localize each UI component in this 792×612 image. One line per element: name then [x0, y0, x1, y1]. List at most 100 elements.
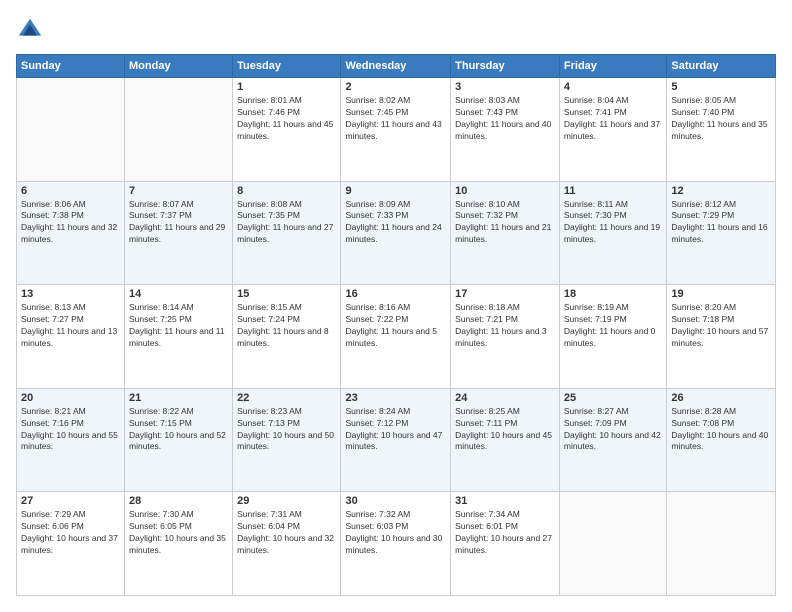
day-info: Sunrise: 8:02 AM Sunset: 7:45 PM Dayligh…	[345, 95, 446, 143]
day-number: 29	[237, 495, 336, 507]
day-info: Sunrise: 8:13 AM Sunset: 7:27 PM Dayligh…	[21, 302, 120, 350]
day-number: 6	[21, 185, 120, 197]
page: SundayMondayTuesdayWednesdayThursdayFrid…	[0, 0, 792, 612]
calendar-cell: 22 Sunrise: 8:23 AM Sunset: 7:13 PM Dayli…	[233, 388, 341, 492]
calendar-cell: 29 Sunrise: 7:31 AM Sunset: 6:04 PM Dayli…	[233, 492, 341, 596]
day-info: Sunrise: 8:23 AM Sunset: 7:13 PM Dayligh…	[237, 406, 336, 454]
day-number: 14	[129, 288, 228, 300]
calendar-cell: 15 Sunrise: 8:15 AM Sunset: 7:24 PM Dayli…	[233, 285, 341, 389]
day-number: 4	[564, 81, 662, 93]
day-number: 3	[455, 81, 555, 93]
calendar-cell: 9 Sunrise: 8:09 AM Sunset: 7:33 PM Daylig…	[341, 181, 451, 285]
logo-icon	[16, 16, 44, 44]
calendar-cell: 23 Sunrise: 8:24 AM Sunset: 7:12 PM Dayli…	[341, 388, 451, 492]
day-number: 24	[455, 392, 555, 404]
day-info: Sunrise: 8:08 AM Sunset: 7:35 PM Dayligh…	[237, 199, 336, 247]
day-number: 22	[237, 392, 336, 404]
weekday-header: Sunday	[17, 55, 125, 78]
day-info: Sunrise: 8:22 AM Sunset: 7:15 PM Dayligh…	[129, 406, 228, 454]
day-number: 23	[345, 392, 446, 404]
calendar-cell: 10 Sunrise: 8:10 AM Sunset: 7:32 PM Dayli…	[451, 181, 560, 285]
day-number: 26	[671, 392, 771, 404]
calendar-week-row: 20 Sunrise: 8:21 AM Sunset: 7:16 PM Dayli…	[17, 388, 776, 492]
weekday-header: Friday	[559, 55, 666, 78]
day-info: Sunrise: 8:16 AM Sunset: 7:22 PM Dayligh…	[345, 302, 446, 350]
calendar-week-row: 27 Sunrise: 7:29 AM Sunset: 6:06 PM Dayli…	[17, 492, 776, 596]
calendar-cell	[17, 78, 125, 182]
calendar-cell: 30 Sunrise: 7:32 AM Sunset: 6:03 PM Dayli…	[341, 492, 451, 596]
weekday-header: Thursday	[451, 55, 560, 78]
day-number: 1	[237, 81, 336, 93]
day-number: 9	[345, 185, 446, 197]
calendar-cell: 25 Sunrise: 8:27 AM Sunset: 7:09 PM Dayli…	[559, 388, 666, 492]
day-number: 13	[21, 288, 120, 300]
day-info: Sunrise: 8:27 AM Sunset: 7:09 PM Dayligh…	[564, 406, 662, 454]
day-number: 30	[345, 495, 446, 507]
weekday-header: Wednesday	[341, 55, 451, 78]
calendar-cell: 1 Sunrise: 8:01 AM Sunset: 7:46 PM Daylig…	[233, 78, 341, 182]
day-info: Sunrise: 8:20 AM Sunset: 7:18 PM Dayligh…	[671, 302, 771, 350]
day-info: Sunrise: 8:04 AM Sunset: 7:41 PM Dayligh…	[564, 95, 662, 143]
day-info: Sunrise: 7:34 AM Sunset: 6:01 PM Dayligh…	[455, 509, 555, 557]
weekday-header: Tuesday	[233, 55, 341, 78]
calendar-cell: 3 Sunrise: 8:03 AM Sunset: 7:43 PM Daylig…	[451, 78, 560, 182]
day-info: Sunrise: 8:01 AM Sunset: 7:46 PM Dayligh…	[237, 95, 336, 143]
day-number: 25	[564, 392, 662, 404]
day-number: 16	[345, 288, 446, 300]
day-info: Sunrise: 8:09 AM Sunset: 7:33 PM Dayligh…	[345, 199, 446, 247]
calendar-cell: 8Sunrise: 8:08 AM Sunset: 7:35 PM Daylig…	[233, 181, 341, 285]
calendar: SundayMondayTuesdayWednesdayThursdayFrid…	[16, 54, 776, 596]
day-number: 15	[237, 288, 336, 300]
day-number: 28	[129, 495, 228, 507]
day-info: Sunrise: 7:32 AM Sunset: 6:03 PM Dayligh…	[345, 509, 446, 557]
day-info: Sunrise: 8:15 AM Sunset: 7:24 PM Dayligh…	[237, 302, 336, 350]
calendar-week-row: 13 Sunrise: 8:13 AM Sunset: 7:27 PM Dayli…	[17, 285, 776, 389]
day-number: 19	[671, 288, 771, 300]
day-info: Sunrise: 8:07 AM Sunset: 7:37 PM Dayligh…	[129, 199, 228, 247]
weekday-header: Saturday	[667, 55, 776, 78]
calendar-cell: 20 Sunrise: 8:21 AM Sunset: 7:16 PM Dayli…	[17, 388, 125, 492]
calendar-cell: 21 Sunrise: 8:22 AM Sunset: 7:15 PM Dayli…	[125, 388, 233, 492]
day-number: 11	[564, 185, 662, 197]
day-number: 2	[345, 81, 446, 93]
day-info: Sunrise: 8:12 AM Sunset: 7:29 PM Dayligh…	[671, 199, 771, 247]
day-number: 27	[21, 495, 120, 507]
day-info: Sunrise: 7:31 AM Sunset: 6:04 PM Dayligh…	[237, 509, 336, 557]
day-info: Sunrise: 8:24 AM Sunset: 7:12 PM Dayligh…	[345, 406, 446, 454]
day-info: Sunrise: 7:29 AM Sunset: 6:06 PM Dayligh…	[21, 509, 120, 557]
calendar-cell: 31 Sunrise: 7:34 AM Sunset: 6:01 PM Dayli…	[451, 492, 560, 596]
day-info: Sunrise: 8:14 AM Sunset: 7:25 PM Dayligh…	[129, 302, 228, 350]
calendar-cell: 2 Sunrise: 8:02 AM Sunset: 7:45 PM Daylig…	[341, 78, 451, 182]
calendar-cell: 18Sunrise: 8:19 AM Sunset: 7:19 PM Dayli…	[559, 285, 666, 389]
calendar-cell: 28 Sunrise: 7:30 AM Sunset: 6:05 PM Dayli…	[125, 492, 233, 596]
calendar-cell: 4 Sunrise: 8:04 AM Sunset: 7:41 PM Daylig…	[559, 78, 666, 182]
calendar-cell: 12 Sunrise: 8:12 AM Sunset: 7:29 PM Dayli…	[667, 181, 776, 285]
day-number: 7	[129, 185, 228, 197]
calendar-cell: 16 Sunrise: 8:16 AM Sunset: 7:22 PM Dayli…	[341, 285, 451, 389]
day-info: Sunrise: 8:28 AM Sunset: 7:08 PM Dayligh…	[671, 406, 771, 454]
day-info: Sunrise: 7:30 AM Sunset: 6:05 PM Dayligh…	[129, 509, 228, 557]
calendar-cell: 17 Sunrise: 8:18 AM Sunset: 7:21 PM Dayli…	[451, 285, 560, 389]
weekday-header: Monday	[125, 55, 233, 78]
day-number: 20	[21, 392, 120, 404]
calendar-cell: 27 Sunrise: 7:29 AM Sunset: 6:06 PM Dayli…	[17, 492, 125, 596]
header-row: SundayMondayTuesdayWednesdayThursdayFrid…	[17, 55, 776, 78]
day-info: Sunrise: 8:19 AM Sunset: 7:19 PM Dayligh…	[564, 302, 662, 350]
day-info: Sunrise: 8:06 AM Sunset: 7:38 PM Dayligh…	[21, 199, 120, 247]
day-number: 10	[455, 185, 555, 197]
calendar-cell: 13 Sunrise: 8:13 AM Sunset: 7:27 PM Dayli…	[17, 285, 125, 389]
calendar-week-row: 1 Sunrise: 8:01 AM Sunset: 7:46 PM Daylig…	[17, 78, 776, 182]
day-number: 12	[671, 185, 771, 197]
calendar-cell: 7 Sunrise: 8:07 AM Sunset: 7:37 PM Daylig…	[125, 181, 233, 285]
day-number: 17	[455, 288, 555, 300]
day-number: 31	[455, 495, 555, 507]
day-info: Sunrise: 8:21 AM Sunset: 7:16 PM Dayligh…	[21, 406, 120, 454]
day-info: Sunrise: 8:18 AM Sunset: 7:21 PM Dayligh…	[455, 302, 555, 350]
calendar-cell	[125, 78, 233, 182]
day-info: Sunrise: 8:10 AM Sunset: 7:32 PM Dayligh…	[455, 199, 555, 247]
calendar-cell: 14 Sunrise: 8:14 AM Sunset: 7:25 PM Dayli…	[125, 285, 233, 389]
day-info: Sunrise: 8:03 AM Sunset: 7:43 PM Dayligh…	[455, 95, 555, 143]
calendar-week-row: 6 Sunrise: 8:06 AM Sunset: 7:38 PM Daylig…	[17, 181, 776, 285]
day-info: Sunrise: 8:25 AM Sunset: 7:11 PM Dayligh…	[455, 406, 555, 454]
day-number: 21	[129, 392, 228, 404]
